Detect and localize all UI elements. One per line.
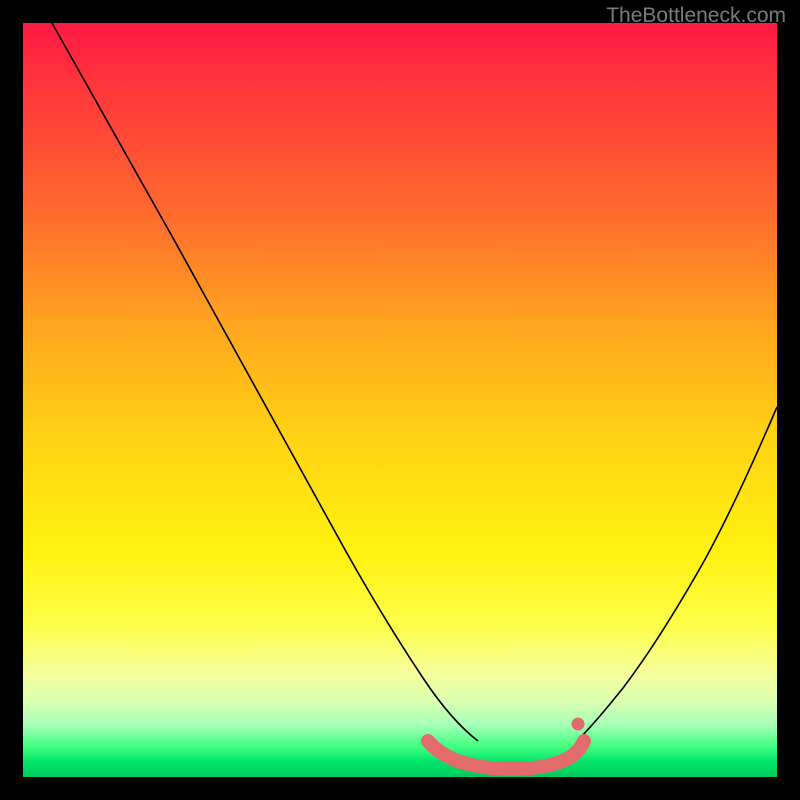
chart-svg: [23, 23, 777, 777]
watermark-text: TheBottleneck.com: [606, 4, 786, 28]
chart-frame: TheBottleneck.com: [0, 0, 800, 800]
left-curve: [52, 23, 478, 741]
valley-marker: [428, 741, 584, 769]
right-dot: [572, 718, 585, 731]
right-curve: [578, 407, 777, 740]
